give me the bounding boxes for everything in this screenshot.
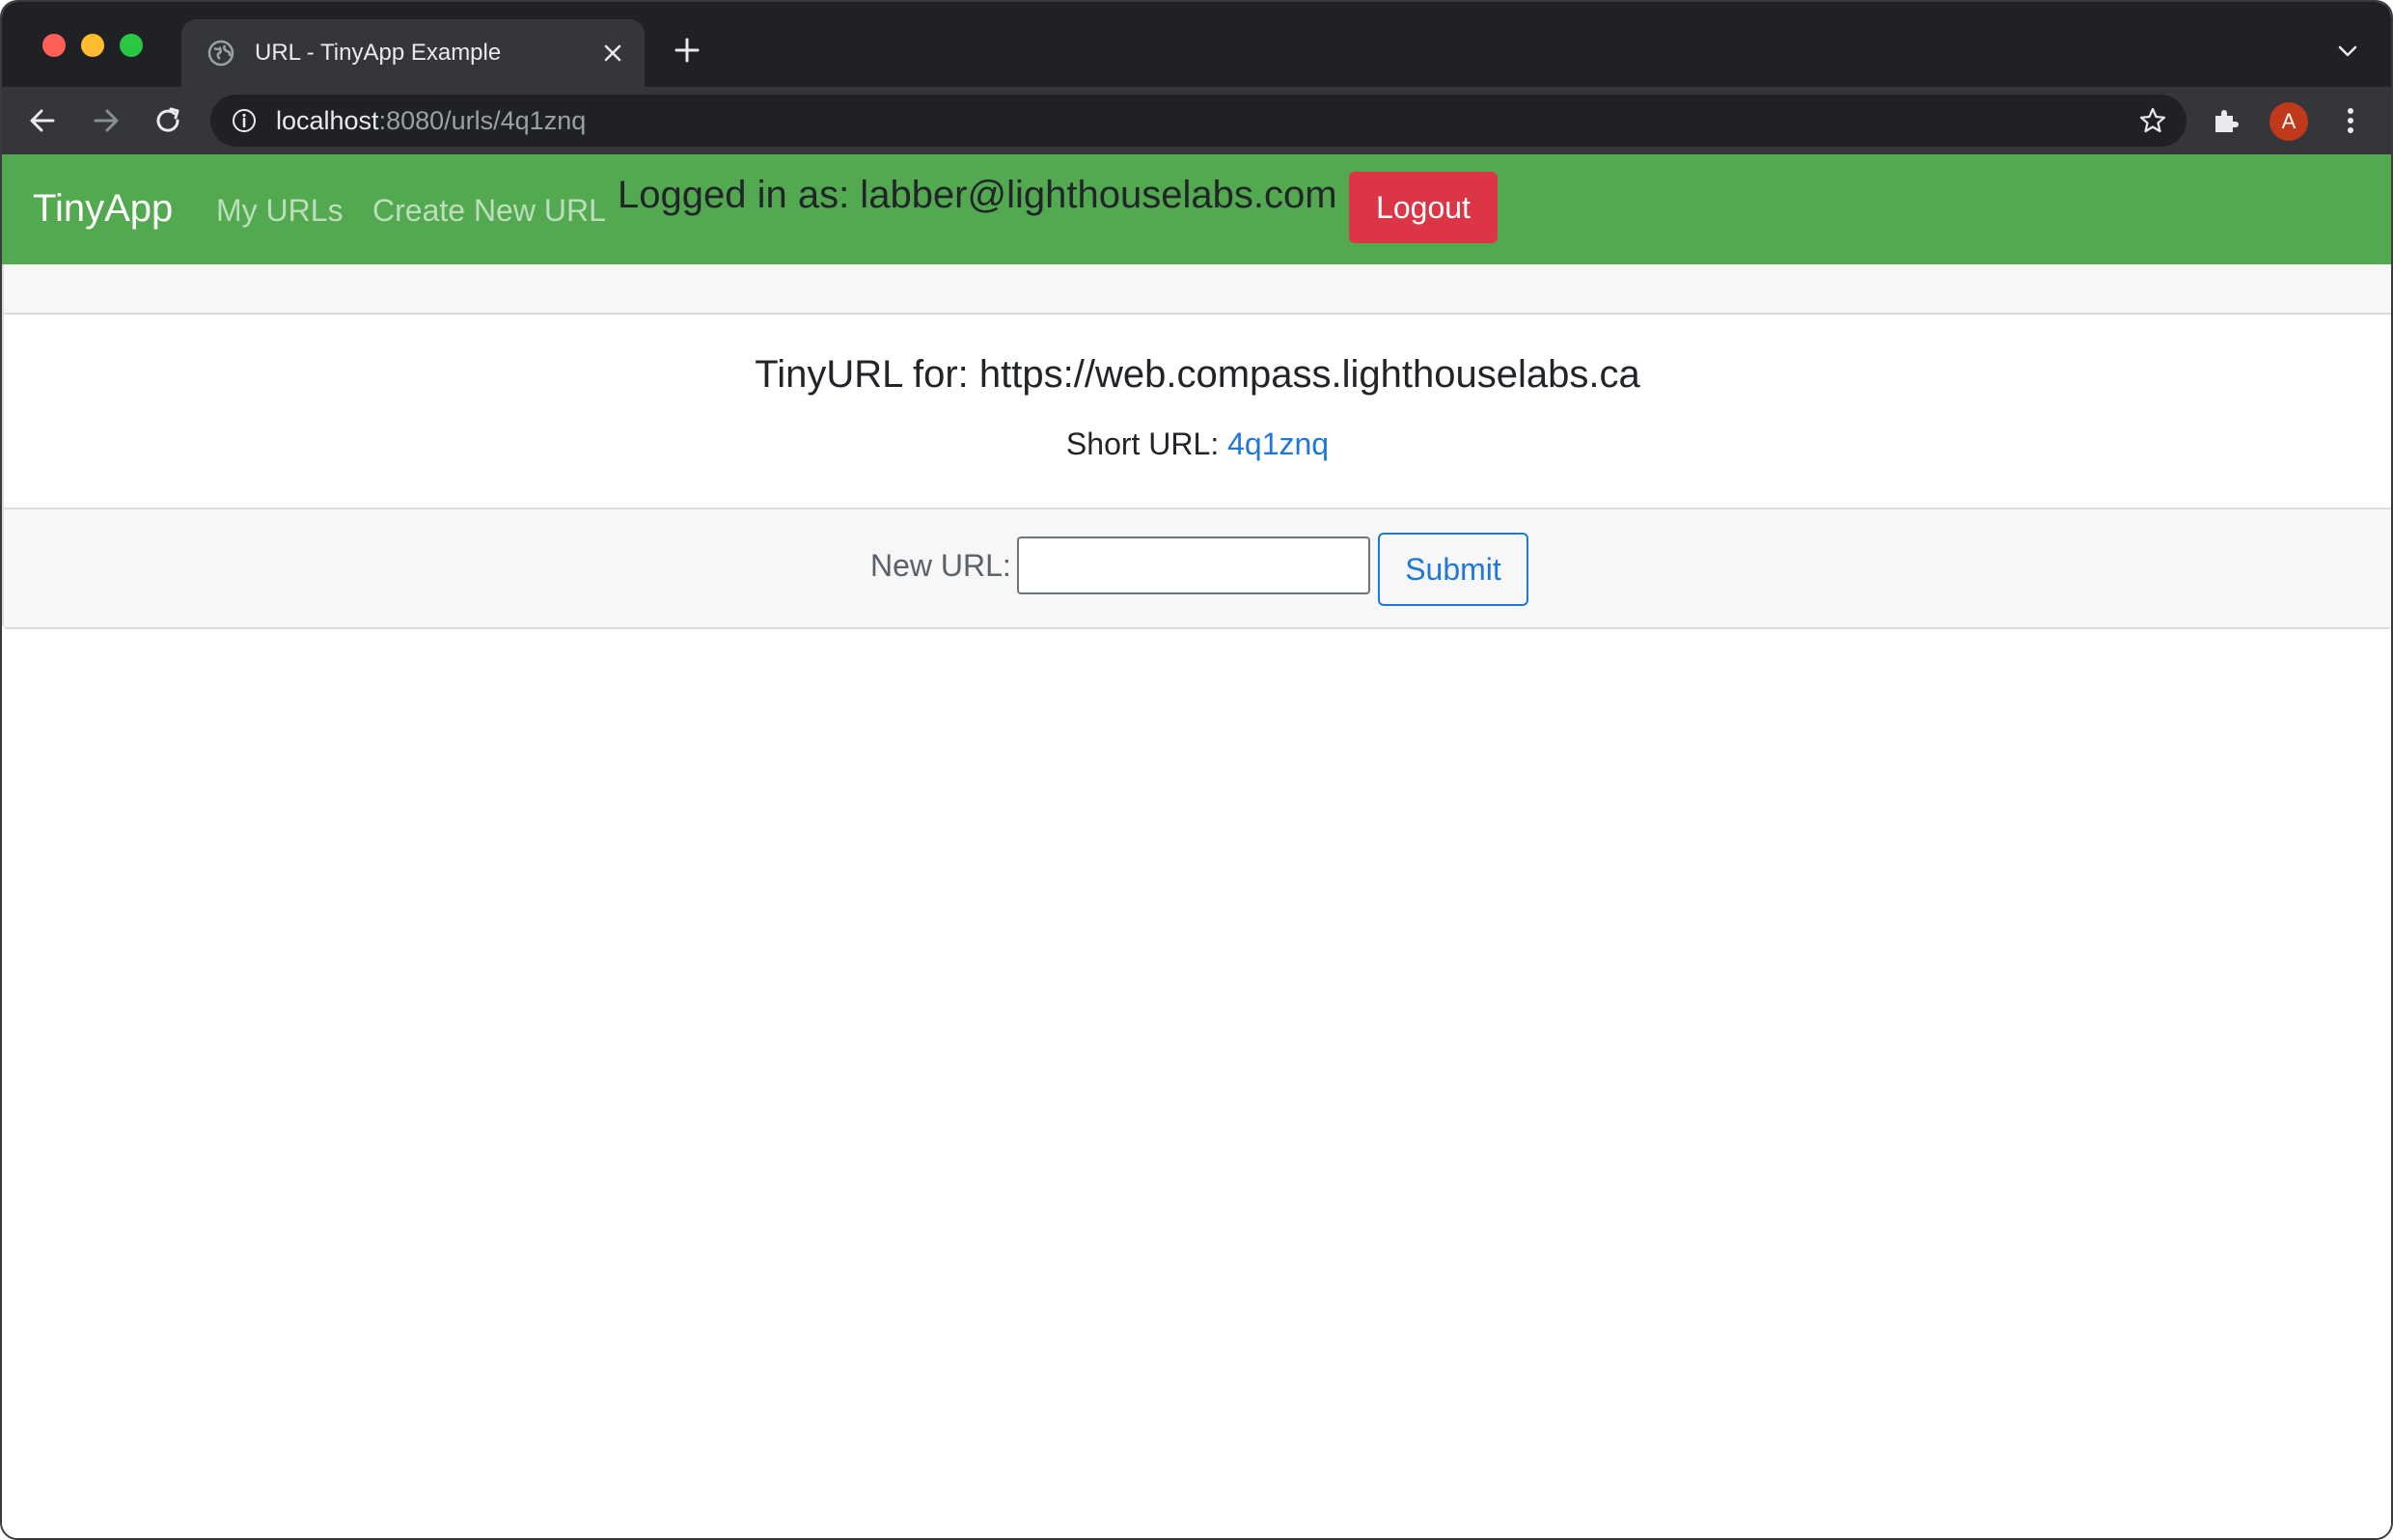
more-menu-icon[interactable] [2333,103,2368,138]
url-host: localhost [276,105,379,135]
globe-icon [206,39,235,68]
brand-link[interactable]: TinyApp [33,187,173,231]
tab-strip: URL - TinyApp Example [2,2,2391,87]
bookmark-star-icon[interactable] [2136,104,2169,137]
browser-toolbar: localhost:8080/urls/4q1znq A [2,87,2391,154]
reload-icon[interactable] [151,103,185,138]
card-header [4,264,2391,315]
extensions-puzzle-icon[interactable] [2208,103,2242,138]
new-tab-icon[interactable] [670,33,704,68]
url-path: :8080/urls/4q1znq [378,105,587,135]
profile-avatar[interactable]: A [2269,102,2308,141]
nav-link-create-new-url[interactable]: Create New URL [372,193,606,229]
short-url-link[interactable]: 4q1znq [1227,426,1329,461]
logout-button[interactable]: Logout [1349,172,1498,243]
close-window-button[interactable] [42,34,66,57]
short-url-label: Short URL: [1065,426,1228,461]
minimize-window-button[interactable] [81,34,104,57]
logged-in-text: Logged in as: labber@lighthouselabs.com [618,174,1337,216]
url-card: TinyURL for: https://web.compass.lightho… [2,264,2391,629]
address-bar[interactable]: localhost:8080/urls/4q1znq [210,95,2187,147]
chevron-down-icon[interactable] [2333,37,2362,66]
back-arrow-icon[interactable] [25,103,60,138]
card-title: TinyURL for: https://web.compass.lightho… [755,353,1640,396]
card-footer: New URL: Submit [4,508,2391,627]
info-icon[interactable] [230,106,259,135]
new-url-label: New URL: [870,548,1011,583]
new-url-input[interactable] [1017,536,1370,594]
url-text: localhost:8080/urls/4q1znq [276,106,2136,136]
close-tab-icon[interactable] [598,39,627,68]
short-url-line: Short URL: 4q1znq [4,426,2391,462]
submit-button[interactable]: Submit [1378,533,1528,606]
tab-title: URL - TinyApp Example [255,40,502,66]
nav-link-my-urls[interactable]: My URLs [216,193,344,229]
browser-tab-active[interactable]: URL - TinyApp Example [181,19,645,87]
maximize-window-button[interactable] [120,34,143,57]
browser-window: URL - TinyApp Example localhost:8080/url… [0,0,2393,1540]
page-viewport: TinyApp My URLs Create New URL Logged in… [2,154,2391,1538]
forward-arrow-icon[interactable] [89,103,124,138]
card-body: TinyURL for: https://web.compass.lightho… [4,315,2391,508]
app-navbar: TinyApp My URLs Create New URL Logged in… [2,154,2391,264]
